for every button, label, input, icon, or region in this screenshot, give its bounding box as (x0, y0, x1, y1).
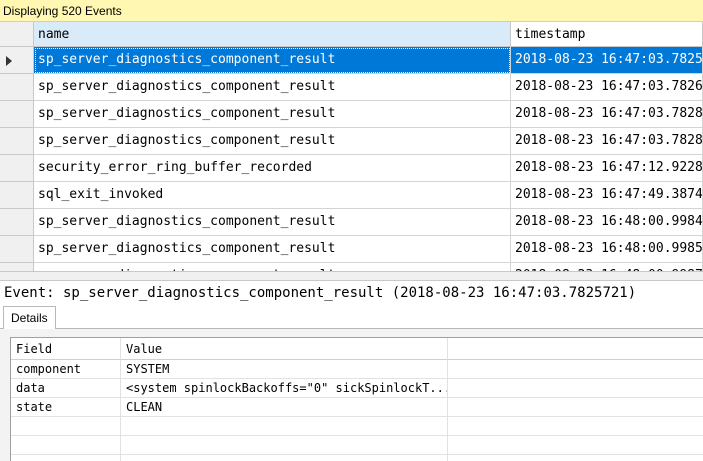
field-row[interactable]: data <system spinlockBackoffs="0" sickSpi… (11, 379, 703, 398)
field-grid-filler (448, 455, 703, 461)
empty-cell (121, 436, 448, 455)
field-value-cell[interactable]: CLEAN (121, 398, 448, 417)
row-header[interactable] (0, 155, 34, 182)
event-timestamp-cell[interactable]: 2018-08-23 16:47:03.7826 (511, 74, 703, 101)
grid-corner[interactable] (0, 22, 34, 47)
field-grid-filler (448, 436, 703, 455)
pane-splitter[interactable] (0, 271, 703, 281)
table-row[interactable]: sp_server_diagnostics_component_result20… (0, 101, 703, 128)
field-name-cell[interactable]: data (11, 379, 121, 398)
event-name-cell[interactable]: sql_exit_invoked (34, 182, 511, 209)
row-header[interactable] (0, 182, 34, 209)
row-header[interactable] (0, 101, 34, 128)
table-row[interactable]: sp_server_diagnostics_component_result20… (0, 263, 703, 271)
details-field-grid[interactable]: Field Value component SYSTEM data <system s… (10, 337, 703, 461)
column-header-timestamp[interactable]: timestamp (511, 22, 703, 47)
empty-field-row (11, 436, 703, 455)
event-timestamp-cell[interactable]: 2018-08-23 16:47:12.9228 (511, 155, 703, 182)
empty-field-row (11, 417, 703, 436)
field-grid-header: Field Value (11, 338, 703, 360)
table-row[interactable]: sp_server_diagnostics_component_result20… (0, 47, 703, 74)
event-name-cell[interactable]: sp_server_diagnostics_component_result (34, 236, 511, 263)
field-value-cell[interactable]: <system spinlockBackoffs="0" sickSpinloc… (121, 379, 448, 398)
event-timestamp-cell[interactable]: 2018-08-23 16:47:49.3874 (511, 182, 703, 209)
event-name-cell[interactable]: sp_server_diagnostics_component_result (34, 74, 511, 101)
tab-details[interactable]: Details (3, 306, 56, 329)
event-timestamp-cell[interactable]: 2018-08-23 16:48:00.9987 (511, 263, 703, 271)
event-count-label: Displaying 520 Events (3, 4, 122, 18)
status-bar: Displaying 520 Events (0, 0, 703, 22)
row-header[interactable] (0, 209, 34, 236)
empty-cell (11, 417, 121, 436)
field-grid-filler (448, 398, 703, 417)
empty-cell (121, 455, 448, 461)
event-name-cell[interactable]: sp_server_diagnostics_component_result (34, 128, 511, 155)
field-value-cell[interactable]: SYSTEM (121, 360, 448, 379)
field-grid-filler (448, 379, 703, 398)
field-name-cell[interactable]: state (11, 398, 121, 417)
event-name-cell[interactable]: security_error_ring_buffer_recorded (34, 155, 511, 182)
row-header[interactable] (0, 128, 34, 155)
empty-field-row (11, 455, 703, 461)
table-row[interactable]: sp_server_diagnostics_component_result20… (0, 236, 703, 263)
event-name-cell[interactable]: sp_server_diagnostics_component_result (34, 47, 511, 74)
event-timestamp-cell[interactable]: 2018-08-23 16:48:00.9984 (511, 209, 703, 236)
event-timestamp-cell[interactable]: 2018-08-23 16:47:03.7825 (511, 47, 703, 74)
empty-cell (11, 455, 121, 461)
row-header[interactable] (0, 263, 34, 271)
event-detail-title: Event: sp_server_diagnostics_component_r… (4, 285, 637, 301)
field-grid-filler (448, 338, 703, 360)
current-row-arrow-icon (6, 56, 12, 66)
event-name-cell[interactable]: sp_server_diagnostics_component_result (34, 209, 511, 236)
detail-tabs: Details (0, 306, 703, 329)
table-row[interactable]: security_error_ring_buffer_recorded 2018-… (0, 155, 703, 182)
field-column-header[interactable]: Field (11, 338, 121, 360)
field-grid-filler (448, 360, 703, 379)
field-row[interactable]: state CLEAN (11, 398, 703, 417)
event-name-cell[interactable]: sp_server_diagnostics_component_result (34, 263, 511, 271)
row-header[interactable] (0, 47, 34, 74)
events-grid[interactable]: name timestamp sp_server_diagnostics_com… (0, 22, 703, 271)
empty-cell (121, 417, 448, 436)
event-timestamp-cell[interactable]: 2018-08-23 16:47:03.7828 (511, 128, 703, 155)
row-header[interactable] (0, 74, 34, 101)
column-header-name[interactable]: name (34, 22, 511, 47)
event-name-cell[interactable]: sp_server_diagnostics_component_result (34, 101, 511, 128)
value-column-header[interactable]: Value (121, 338, 448, 360)
event-timestamp-cell[interactable]: 2018-08-23 16:47:03.7828 (511, 101, 703, 128)
field-grid-filler (448, 417, 703, 436)
event-timestamp-cell[interactable]: 2018-08-23 16:48:00.9985 (511, 236, 703, 263)
table-row[interactable]: sp_server_diagnostics_component_result20… (0, 128, 703, 155)
table-row[interactable]: sp_server_diagnostics_component_result20… (0, 74, 703, 101)
field-name-cell[interactable]: component (11, 360, 121, 379)
table-row[interactable]: sql_exit_invoked 2018-08-23 16:47:49.3874 (0, 182, 703, 209)
row-header[interactable] (0, 236, 34, 263)
empty-cell (11, 436, 121, 455)
table-row[interactable]: sp_server_diagnostics_component_result20… (0, 209, 703, 236)
field-row[interactable]: component SYSTEM (11, 360, 703, 379)
grid-header: name timestamp (0, 22, 703, 47)
